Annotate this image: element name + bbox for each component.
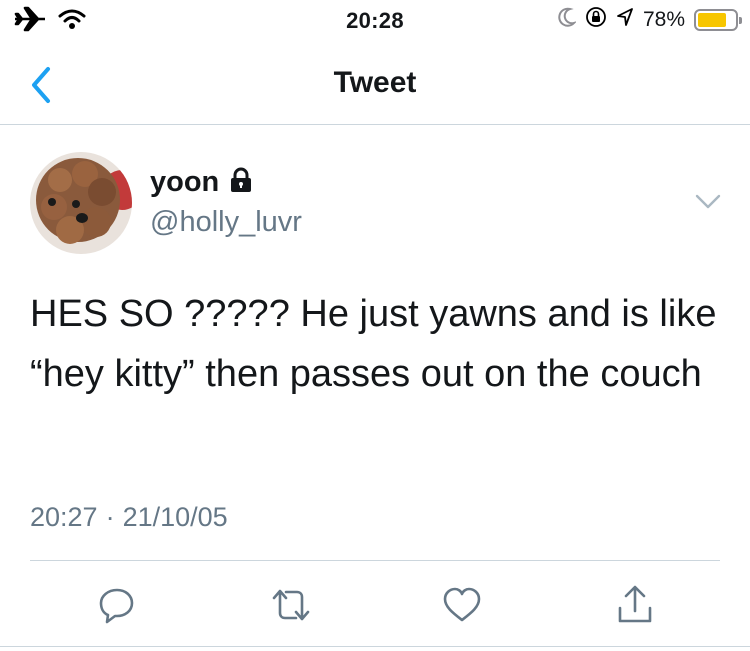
status-bar-right: 78% — [558, 6, 742, 33]
chevron-down-icon[interactable] — [694, 192, 722, 212]
author-name[interactable]: yoon — [150, 166, 219, 199]
tweet-date: 21/10/05 — [122, 502, 228, 532]
tweet-text: HES SO ????? He just yawns and is like “… — [30, 293, 717, 395]
share-icon[interactable] — [614, 584, 656, 626]
battery-cap — [739, 16, 742, 24]
status-bar: 20:28 78% — [0, 0, 750, 40]
retweet-icon[interactable] — [270, 584, 312, 626]
divider — [30, 560, 720, 561]
moon-icon — [558, 7, 578, 32]
bottom-divider — [0, 646, 750, 647]
battery-fill — [698, 12, 726, 27]
battery-percent: 78% — [642, 7, 685, 31]
page-title: Tweet — [333, 66, 417, 99]
tweet-time: 20:27 — [30, 502, 98, 532]
tweet-actions — [0, 584, 750, 628]
location-arrow-icon — [616, 7, 634, 32]
avatar[interactable] — [30, 152, 132, 254]
nav-bar: Tweet — [0, 48, 750, 125]
tweet-header: yoon @holly_luvr — [0, 150, 750, 260]
author-row: yoon — [150, 166, 253, 199]
author-handle[interactable]: @holly_luvr — [150, 206, 302, 239]
timestamp-separator: · — [105, 502, 115, 532]
like-icon[interactable] — [441, 584, 483, 626]
reply-icon[interactable] — [96, 584, 138, 626]
battery-icon — [694, 8, 742, 31]
lock-icon — [229, 167, 253, 198]
rotation-lock-icon — [585, 6, 607, 33]
tweet-timestamp: 20:27 · 21/10/05 — [30, 502, 228, 533]
